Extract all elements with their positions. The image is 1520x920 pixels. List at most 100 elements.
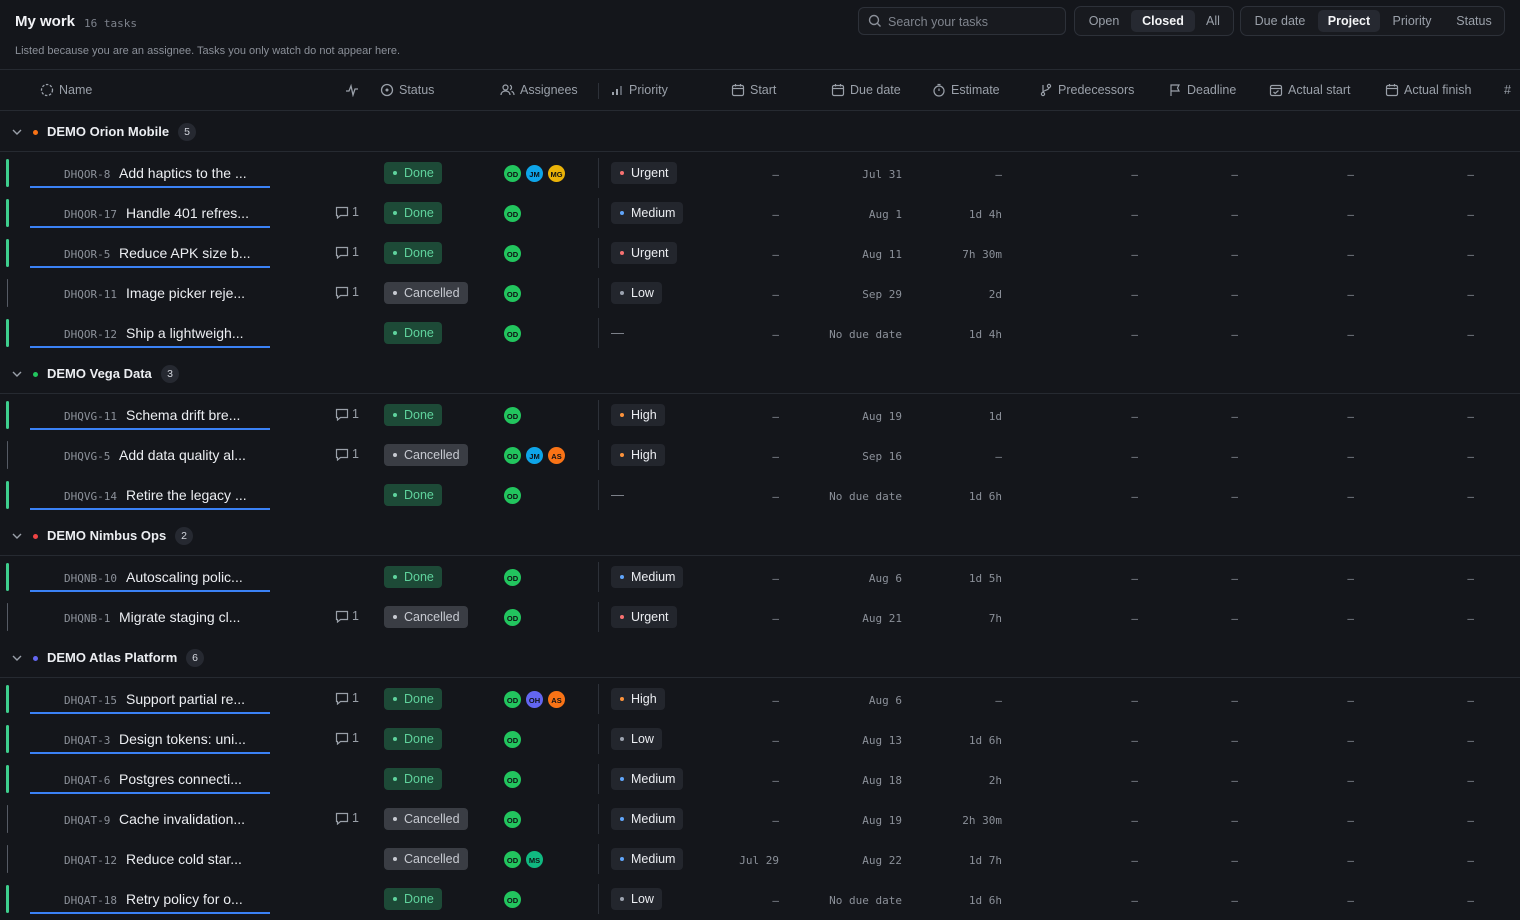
column-predecessors[interactable]: Predecessors: [1039, 83, 1134, 97]
due-date[interactable]: Aug 11: [862, 248, 902, 261]
actual-finish[interactable]: –: [1467, 854, 1474, 867]
table-row[interactable]: DHQNB-1 Migrate staging cl... 1 Cancelled OD…: [0, 597, 1520, 637]
comment-count[interactable]: 1: [335, 285, 359, 299]
due-date[interactable]: Aug 22: [862, 854, 902, 867]
task-id[interactable]: DHQAT-18: [64, 894, 117, 907]
start-date[interactable]: –: [772, 612, 779, 625]
priority-badge[interactable]: High: [611, 688, 665, 710]
comment-count[interactable]: 1: [335, 407, 359, 421]
start-date[interactable]: –: [772, 814, 779, 827]
task-id[interactable]: DHQOR-17: [64, 208, 117, 221]
search-input[interactable]: Search your tasks: [858, 7, 1066, 35]
due-date[interactable]: No due date: [829, 328, 902, 341]
status-badge[interactable]: Done: [384, 242, 442, 264]
deadline[interactable]: –: [1231, 774, 1238, 787]
actual-start[interactable]: –: [1347, 694, 1354, 707]
actual-start[interactable]: –: [1347, 572, 1354, 585]
group-by-priority[interactable]: Priority: [1383, 10, 1441, 32]
status-badge[interactable]: Cancelled: [384, 808, 468, 830]
comment-count[interactable]: 1: [335, 811, 359, 825]
deadline[interactable]: –: [1231, 288, 1238, 301]
column-name[interactable]: Name: [40, 83, 92, 97]
avatar[interactable]: OD: [503, 770, 522, 789]
priority-badge[interactable]: High: [611, 444, 665, 466]
table-row[interactable]: DHQOR-8 Add haptics to the ... Done OD JM MG U…: [0, 153, 1520, 193]
deadline[interactable]: –: [1231, 490, 1238, 503]
due-date[interactable]: Aug 6: [869, 694, 902, 707]
predecessors[interactable]: –: [1131, 410, 1138, 423]
actual-finish[interactable]: –: [1467, 490, 1474, 503]
actual-finish[interactable]: –: [1467, 572, 1474, 585]
actual-finish[interactable]: –: [1467, 450, 1474, 463]
deadline[interactable]: –: [1231, 814, 1238, 827]
filter-closed[interactable]: Closed: [1131, 10, 1195, 32]
actual-finish[interactable]: –: [1467, 694, 1474, 707]
estimate[interactable]: –: [995, 694, 1002, 707]
predecessors[interactable]: –: [1131, 612, 1138, 625]
column-due-date[interactable]: Due date: [831, 83, 901, 97]
group-header[interactable]: DEMO Nimbus Ops 2: [0, 516, 1520, 556]
estimate[interactable]: 1d 6h: [969, 734, 1002, 747]
avatar[interactable]: OH: [525, 690, 544, 709]
actual-finish[interactable]: –: [1467, 208, 1474, 221]
start-date[interactable]: –: [772, 694, 779, 707]
task-id[interactable]: DHQVG-11: [64, 410, 117, 423]
status-badge[interactable]: Done: [384, 728, 442, 750]
avatar[interactable]: MS: [525, 850, 544, 869]
chevron-down-icon[interactable]: [11, 126, 23, 141]
start-date[interactable]: –: [772, 490, 779, 503]
task-name[interactable]: Retire the legacy ...: [126, 487, 247, 503]
actual-finish[interactable]: –: [1467, 410, 1474, 423]
status-badge[interactable]: Done: [384, 162, 442, 184]
actual-start[interactable]: –: [1347, 410, 1354, 423]
actual-start[interactable]: –: [1347, 814, 1354, 827]
predecessors[interactable]: –: [1131, 328, 1138, 341]
table-row[interactable]: DHQOR-12 Ship a lightweigh... Done OD — – No d…: [0, 313, 1520, 353]
start-date[interactable]: –: [772, 774, 779, 787]
start-date[interactable]: –: [772, 410, 779, 423]
deadline[interactable]: –: [1231, 612, 1238, 625]
actual-start[interactable]: –: [1347, 288, 1354, 301]
start-date[interactable]: –: [772, 288, 779, 301]
filter-all[interactable]: All: [1198, 10, 1228, 32]
priority-badge[interactable]: Low: [611, 888, 662, 910]
task-id[interactable]: DHQOR-5: [64, 248, 110, 261]
table-row[interactable]: DHQAT-15 Support partial re... 1 Done OD OH AS…: [0, 679, 1520, 719]
task-name[interactable]: Add data quality al...: [119, 447, 246, 463]
predecessors[interactable]: –: [1131, 774, 1138, 787]
priority-badge[interactable]: High: [611, 404, 665, 426]
chevron-down-icon[interactable]: [11, 368, 23, 383]
task-id[interactable]: DHQAT-9: [64, 814, 110, 827]
priority-badge[interactable]: Low: [611, 282, 662, 304]
filter-open[interactable]: Open: [1080, 10, 1128, 32]
chevron-down-icon[interactable]: [11, 530, 23, 545]
table-row[interactable]: DHQOR-5 Reduce APK size b... 1 Done OD Urgent…: [0, 233, 1520, 273]
task-name[interactable]: Cache invalidation...: [119, 811, 245, 827]
column-assignees[interactable]: Assignees: [500, 83, 578, 97]
priority-badge[interactable]: Urgent: [611, 242, 677, 264]
due-date[interactable]: Aug 1: [869, 208, 902, 221]
start-date[interactable]: –: [772, 248, 779, 261]
deadline[interactable]: –: [1231, 328, 1238, 341]
estimate[interactable]: 1d 5h: [969, 572, 1002, 585]
estimate[interactable]: 1d 7h: [969, 854, 1002, 867]
predecessors[interactable]: –: [1131, 208, 1138, 221]
column-actual-finish[interactable]: Actual finish: [1385, 83, 1471, 97]
avatar[interactable]: JM: [525, 164, 544, 183]
group-by-project[interactable]: Project: [1318, 10, 1380, 32]
estimate[interactable]: 1d 6h: [969, 490, 1002, 503]
column-start[interactable]: Start: [731, 83, 776, 97]
avatar[interactable]: OD: [503, 406, 522, 425]
group-by-status[interactable]: Status: [1445, 10, 1503, 32]
task-name[interactable]: Handle 401 refres...: [126, 205, 249, 221]
task-name[interactable]: Support partial re...: [126, 691, 245, 707]
task-id[interactable]: DHQAT-3: [64, 734, 110, 747]
table-row[interactable]: DHQVG-11 Schema drift bre... 1 Done OD High – A…: [0, 395, 1520, 435]
predecessors[interactable]: –: [1131, 814, 1138, 827]
task-id[interactable]: DHQVG-5: [64, 450, 110, 463]
status-badge[interactable]: Done: [384, 202, 442, 224]
deadline[interactable]: –: [1231, 854, 1238, 867]
deadline[interactable]: –: [1231, 450, 1238, 463]
actual-start[interactable]: –: [1347, 208, 1354, 221]
priority-badge[interactable]: Medium: [611, 848, 684, 870]
